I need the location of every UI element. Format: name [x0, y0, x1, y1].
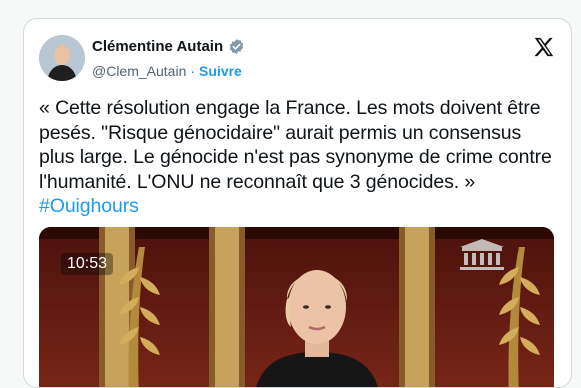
tweet-body: « Cette résolution engage la France. Les…: [39, 97, 552, 193]
x-logo-icon[interactable]: [533, 36, 555, 58]
video-timestamp: 10:53: [61, 253, 114, 275]
hashtag-link[interactable]: #Ouighours: [39, 195, 139, 217]
author-row: Clémentine Autain: [92, 38, 245, 55]
video-frame: [39, 227, 554, 387]
avatar-image: [39, 35, 85, 81]
separator-dot: ·: [190, 63, 196, 79]
author-handle[interactable]: @Clem_Autain: [92, 63, 186, 79]
avatar[interactable]: [39, 35, 85, 81]
handle-row: @Clem_Autain · Suivre: [92, 63, 242, 79]
author-name[interactable]: Clémentine Autain: [92, 38, 223, 55]
tweet-text: « Cette résolution engage la France. Les…: [39, 96, 559, 219]
verified-badge-icon: [229, 39, 244, 54]
tweet-card[interactable]: Clémentine Autain @Clem_Autain · Suivre …: [23, 18, 572, 388]
follow-button[interactable]: Suivre: [199, 63, 242, 79]
video-media[interactable]: 10:53: [39, 227, 554, 387]
